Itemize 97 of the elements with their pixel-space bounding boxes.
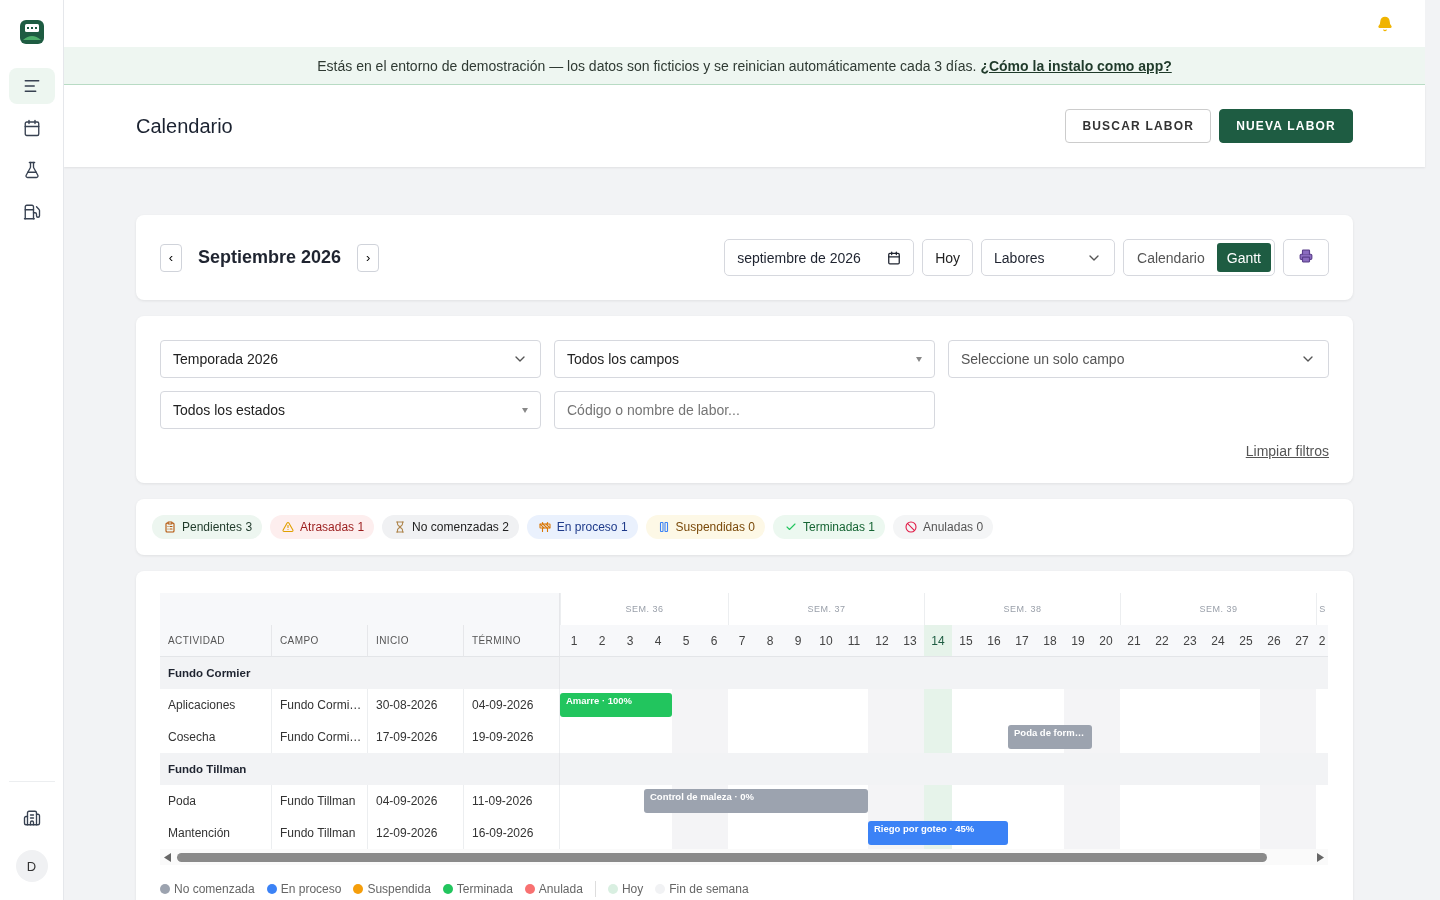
day-label: 9 [793, 632, 803, 650]
day-label: 25 [1238, 632, 1254, 650]
table-cell: Fundo Tillman [272, 785, 368, 817]
legend-item: Suspendida [353, 882, 431, 896]
status-chip[interactable]: Pendientes 3 [152, 515, 263, 539]
status-chip[interactable]: Suspendidas 0 [645, 515, 765, 539]
table-cell: 04-09-2026 [368, 785, 464, 817]
column-header: ACTIVIDAD [160, 625, 272, 657]
scroll-left-icon[interactable] [164, 852, 171, 862]
scroll-right-icon[interactable] [1317, 852, 1324, 862]
day-label: 22 [1154, 632, 1170, 650]
calendar-icon[interactable] [22, 119, 41, 137]
day-label: 1 [569, 632, 579, 650]
table-cell: Poda [160, 785, 272, 817]
legend-item: En proceso [266, 882, 342, 896]
clipboard-icon [164, 521, 176, 533]
day-label: 21 [1126, 632, 1142, 650]
status-chip[interactable]: No comenzadas 2 [382, 515, 519, 539]
day-label: 8 [765, 632, 775, 650]
column-header: CAMPO [272, 625, 368, 657]
status-chip[interactable]: En proceso 1 [526, 515, 638, 539]
user-avatar[interactable]: D [15, 850, 48, 882]
status-select[interactable]: Todos los estados [160, 391, 541, 429]
flask-icon[interactable] [22, 161, 41, 179]
warning-icon [282, 521, 295, 533]
caret-icon[interactable] [522, 407, 528, 413]
season-select[interactable]: Temporada 2026 [160, 340, 541, 378]
hourglass-icon [394, 521, 407, 533]
day-label: 6 [709, 632, 719, 650]
prohibited-icon [905, 521, 917, 533]
day-label: 18 [1042, 632, 1058, 650]
day-label: 5 [681, 632, 691, 650]
demo-notice: Estás en el entorno de demostración — los datos son ficticios y se reinician automáticamente cada 3 días. [317, 57, 977, 74]
status-chip[interactable]: Terminadas 1 [772, 515, 885, 539]
prev-month-button[interactable]: ‹ [160, 243, 182, 272]
legend-item: No comenzada [160, 882, 255, 896]
today-button[interactable]: Hoy [922, 239, 974, 276]
day-label: 11 [846, 632, 862, 650]
view-tab[interactable]: Calendario [1127, 243, 1215, 272]
next-month-button[interactable]: › [357, 243, 380, 272]
legend-item: Fin de semana [655, 882, 749, 896]
day-label: 10 [818, 632, 834, 650]
day-label: 26 [1266, 632, 1282, 650]
day-label: 4 [653, 632, 663, 650]
day-label: 13 [902, 632, 918, 650]
task-bar[interactable]: Riego por goteo · 45% [868, 821, 1008, 845]
logo-icon [19, 20, 44, 44]
caret-icon[interactable] [916, 356, 922, 362]
column-header: TÉRMINO [464, 625, 560, 657]
day-label: 7 [737, 632, 747, 650]
day-label: 19 [1070, 632, 1086, 650]
month-title: Septiembre 2026 [198, 247, 342, 268]
day-label: 17 [1014, 632, 1030, 650]
day-label: 20 [1098, 632, 1114, 650]
printer-icon[interactable] [1299, 249, 1313, 263]
barrier-icon [538, 521, 551, 533]
menu-icon[interactable] [22, 77, 41, 95]
table-cell: Aplicaciones [160, 689, 272, 721]
day-label: 2 [597, 632, 607, 650]
day-label: 16 [986, 632, 1002, 650]
legend-item: Hoy [607, 882, 644, 896]
pause-icon [657, 521, 670, 533]
new-task-button[interactable]: NUEVA LABOR [1219, 109, 1353, 143]
month-picker[interactable]: septiembre de 2026 [724, 239, 915, 276]
day-label: 15 [958, 632, 974, 650]
day-label: 24 [1210, 632, 1226, 650]
group-name: Fundo Cormier [160, 657, 560, 689]
mode-select[interactable]: Labores [981, 239, 1116, 276]
view-tab[interactable]: Gantt [1216, 243, 1271, 272]
status-chip[interactable]: Atrasadas 1 [270, 515, 375, 539]
page-title: Calendario [136, 114, 233, 138]
day-label: 12 [874, 632, 890, 650]
search-task-button[interactable]: BUSCAR LABOR [1065, 109, 1212, 143]
day-label: 2 [1317, 632, 1327, 650]
day-label: 3 [625, 632, 635, 650]
scrollbar-thumb[interactable] [177, 852, 1267, 862]
day-label: 23 [1182, 632, 1198, 650]
check-icon [784, 521, 797, 533]
status-chip[interactable]: Anuladas 0 [893, 515, 994, 539]
single-field-select[interactable]: Seleccione un solo campo [948, 340, 1329, 378]
install-link[interactable]: ¿Cómo la instalo como app? [980, 57, 1172, 74]
day-label: 14 [924, 625, 952, 656]
clear-filters-link[interactable]: Limpiar filtros [1245, 443, 1329, 459]
table-cell: 30-08-2026 [368, 689, 464, 721]
group-name: Fundo Tillman [160, 753, 560, 785]
search-field[interactable]: Código o nombre de labor... [554, 391, 935, 429]
legend-item: Anulada [524, 882, 583, 896]
table-cell: 11-09-2026 [464, 785, 560, 817]
day-label: 27 [1294, 632, 1310, 650]
fuel-pump-icon[interactable] [22, 203, 41, 221]
fields-select[interactable]: Todos los campos [554, 340, 935, 378]
column-header: INICIO [368, 625, 464, 657]
calendar-icon[interactable] [887, 250, 902, 265]
legend-item: Terminada [442, 882, 513, 896]
table-cell: Fundo Cormi… [272, 689, 368, 721]
nav-item[interactable] [8, 68, 55, 104]
print-button[interactable] [1283, 239, 1329, 276]
